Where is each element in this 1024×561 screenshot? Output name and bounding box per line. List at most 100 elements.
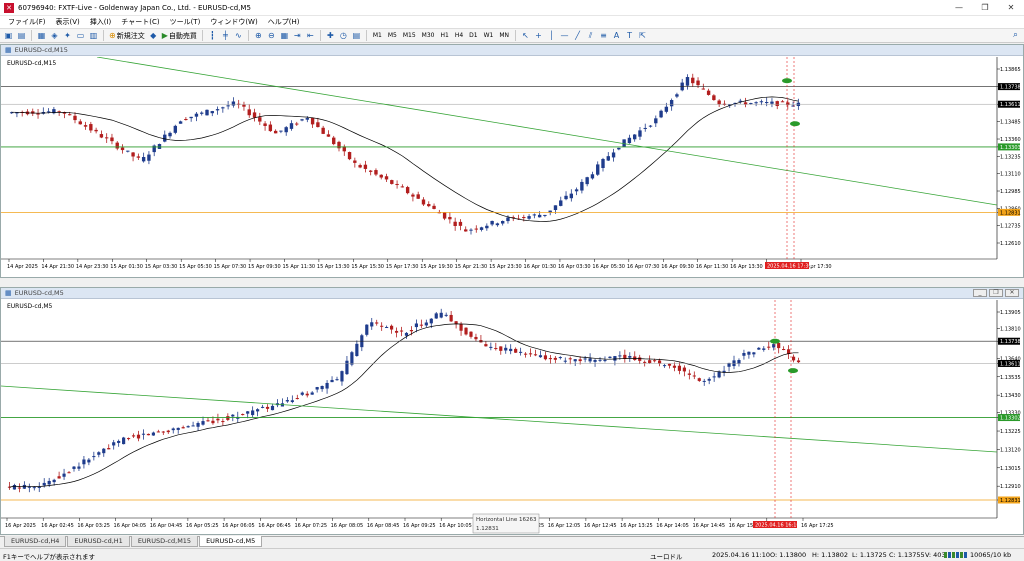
timeframe-m1[interactable]: M1 [370, 32, 385, 39]
candle-body [126, 150, 130, 152]
zoom-out-icon[interactable]: ⊖ [266, 30, 277, 41]
crosshair-icon[interactable]: + [533, 30, 544, 41]
timeframe-w1[interactable]: W1 [481, 32, 497, 39]
timeframe-h1[interactable]: H1 [437, 32, 451, 39]
app-logo-icon: ✕ [4, 2, 14, 13]
candlestick-icon[interactable]: ╪ [220, 30, 231, 41]
tab-eurusd-m5[interactable]: EURUSD-cd,M5 [199, 536, 263, 547]
candle-body [677, 365, 682, 371]
menu-help[interactable]: ヘルプ(H) [263, 17, 305, 27]
horizontal-line-icon[interactable]: — [559, 30, 570, 41]
line-chart-icon[interactable]: ∿ [233, 30, 244, 41]
bar-chart-icon[interactable]: ┇ [207, 30, 218, 41]
minimize-icon[interactable]: _ [973, 289, 987, 297]
candle-body [210, 111, 214, 114]
candle-body [588, 358, 592, 362]
market-watch-icon[interactable]: ▦ [36, 30, 47, 41]
close-icon[interactable]: ✕ [1005, 289, 1019, 297]
tester-icon[interactable]: ▥ [88, 30, 99, 41]
candle-body [295, 123, 299, 125]
candle-body [226, 416, 230, 420]
label-tool-icon[interactable]: T [624, 30, 635, 41]
restore-icon[interactable]: ❐ [989, 289, 1003, 297]
data-window-icon[interactable]: ◈ [49, 30, 60, 41]
timeframe-h4[interactable]: H4 [452, 32, 466, 39]
candle-body [52, 479, 56, 483]
timeframe-m5[interactable]: M5 [385, 32, 400, 39]
price-tick-label: 1.12831 [1000, 498, 1021, 504]
cursor-icon[interactable]: ↖ [520, 30, 531, 41]
text-tool-icon[interactable]: A [611, 30, 622, 41]
vertical-line-icon[interactable]: │ [546, 30, 557, 41]
candle-body [374, 170, 378, 175]
profiles-icon[interactable]: ▤ [16, 30, 27, 41]
fibonacci-icon[interactable]: ≡ [598, 30, 609, 41]
terminal-icon[interactable]: ▭ [75, 30, 86, 41]
time-tick-label: 16 Apr 14:05 [656, 523, 689, 529]
timeframe-m30[interactable]: M30 [419, 32, 438, 39]
tab-eurusd-h1[interactable]: EURUSD-cd,H1 [67, 536, 130, 547]
autoscroll-icon[interactable]: ⇥ [292, 30, 303, 41]
price-tick-label: 1.12985 [1000, 189, 1021, 195]
indicators-icon[interactable]: ✚ [325, 30, 336, 41]
candle-body [355, 343, 359, 357]
candle-body [523, 353, 528, 355]
channel-icon[interactable]: ⫽ [585, 30, 596, 41]
search-icon[interactable]: ⌕ [1013, 30, 1018, 40]
price-chart-m15[interactable]: EURUSD-cd,M15 1.13865 1.13738 1.13611 1.1348… [1, 57, 1023, 277]
candle-body [414, 323, 418, 328]
menu-tools[interactable]: ツール(T) [165, 17, 206, 27]
toolbar-separator [247, 30, 249, 41]
tile-windows-icon[interactable]: ▦ [279, 30, 290, 41]
candle-body [675, 94, 679, 97]
window-controls: — ❐ ✕ [946, 0, 1024, 16]
timeframe-d1[interactable]: D1 [466, 32, 480, 39]
candle-body [742, 353, 746, 356]
price-tick-label: 1.13905 [1000, 310, 1021, 316]
timeframe-m15[interactable]: M15 [400, 32, 419, 39]
time-tick-label: 15 Apr 21:30 [455, 264, 488, 270]
new-chart-icon[interactable]: ▣ [3, 30, 14, 41]
candle-body [532, 214, 537, 216]
chart-window-icon: ▦ [5, 289, 12, 297]
candle-body [578, 359, 582, 362]
templates-icon[interactable]: ▤ [351, 30, 362, 41]
menu-chart[interactable]: チャート(C) [116, 17, 164, 27]
auto-trade-icon: ▶ [161, 31, 168, 40]
restore-icon[interactable]: ❐ [972, 0, 998, 16]
candle-body [305, 393, 309, 396]
auto-trade-label: 自動売買 [168, 31, 197, 40]
time-tick-label: 16 Apr 06:45 [258, 523, 291, 529]
price-chart-m5[interactable]: EURUSD-cd,M51.139051.138101.137381.13640… [1, 300, 1023, 534]
candle-body [147, 154, 151, 161]
minimize-icon[interactable]: — [946, 0, 972, 16]
candle-body [363, 164, 368, 169]
trendline-icon[interactable]: ╱ [572, 30, 583, 41]
candle-body [449, 314, 453, 322]
candle-body [131, 152, 135, 157]
navigator-icon[interactable]: ✦ [62, 30, 73, 41]
menu-insert[interactable]: 挿入(I) [85, 17, 117, 27]
candle-body [469, 331, 473, 337]
price-tick-label: 1.13485 [1000, 120, 1021, 126]
candle-body [664, 106, 669, 112]
tab-eurusd-h4[interactable]: EURUSD-cd,H4 [4, 536, 67, 547]
zoom-in-icon[interactable]: ⊕ [253, 30, 264, 41]
arrows-icon[interactable]: ⇱ [637, 30, 648, 41]
candle-body [623, 354, 627, 359]
timeframe-mn[interactable]: MN [496, 32, 512, 39]
candle-body [791, 356, 796, 361]
price-tick-label: 1.13611 [1000, 361, 1021, 367]
candle-body [92, 456, 96, 458]
candle-body [151, 432, 155, 436]
menu-window[interactable]: ウィンドウ(W) [205, 17, 262, 27]
menu-view[interactable]: 表示(V) [51, 17, 85, 27]
new-order-button[interactable]: ⊕ 新規注文 [107, 31, 147, 41]
auto-trade-button[interactable]: ▶ 自動売買 [160, 31, 199, 41]
close-icon[interactable]: ✕ [998, 0, 1024, 16]
chart-shift-icon[interactable]: ⇤ [305, 30, 316, 41]
menu-file[interactable]: ファイル(F) [3, 17, 51, 27]
tab-eurusd-m15[interactable]: EURUSD-cd,M15 [130, 536, 199, 547]
metaeditor-icon[interactable]: ◆ [148, 30, 159, 41]
periods-icon[interactable]: ◷ [338, 30, 349, 41]
